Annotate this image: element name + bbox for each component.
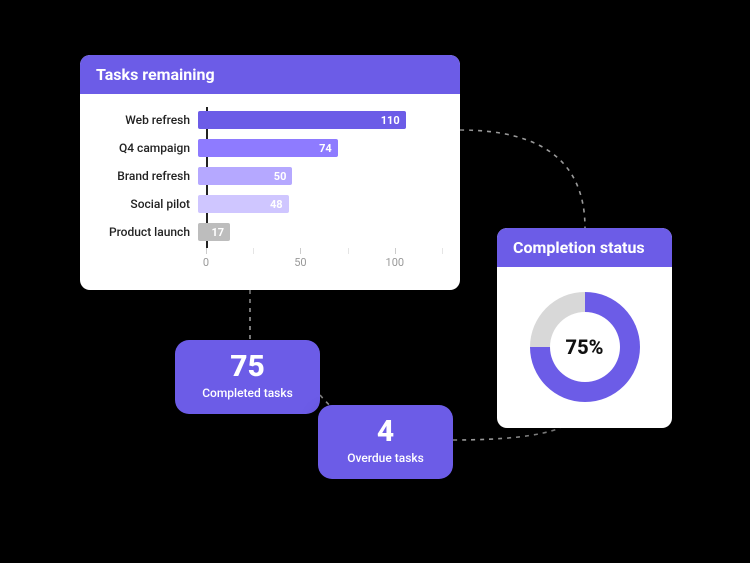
bar-track: 17 <box>198 223 442 241</box>
bar-label: Product launch <box>98 225 198 239</box>
donut-percent-label: 75% <box>550 312 620 382</box>
x-tick <box>206 248 207 254</box>
bar-label: Social pilot <box>98 197 198 211</box>
bar-track: 48 <box>198 195 442 213</box>
donut-chart: 75% <box>497 267 672 427</box>
kpi-overdue-label: Overdue tasks <box>338 451 433 465</box>
kpi-completed-label: Completed tasks <box>195 386 300 400</box>
bar-row: Web refresh110 <box>98 108 442 132</box>
kpi-overdue-tasks: 4 Overdue tasks <box>318 405 453 479</box>
completion-status-title: Completion status <box>497 228 672 267</box>
bar-label: Brand refresh <box>98 169 198 183</box>
x-minor-tick <box>253 248 254 254</box>
bar-track: 74 <box>198 139 442 157</box>
bar-label: Web refresh <box>98 113 198 127</box>
bar-fill: 110 <box>198 111 406 129</box>
x-axis: 0 50 100 <box>206 248 442 276</box>
bar-row: Brand refresh50 <box>98 164 442 188</box>
donut-ring: 75% <box>530 292 640 402</box>
tasks-remaining-card: Tasks remaining Web refresh110Q4 campaig… <box>80 55 460 290</box>
kpi-completed-value: 75 <box>195 352 300 382</box>
bar-fill: 74 <box>198 139 338 157</box>
x-tick-label: 50 <box>294 256 306 269</box>
bar-row: Social pilot48 <box>98 192 442 216</box>
bar-fill: 50 <box>198 167 292 185</box>
tasks-remaining-title: Tasks remaining <box>80 55 460 94</box>
bar-track: 110 <box>198 111 442 129</box>
x-tick-label: 100 <box>386 256 405 269</box>
bar-chart: Web refresh110Q4 campaign74Brand refresh… <box>80 94 460 286</box>
kpi-overdue-value: 4 <box>338 417 433 447</box>
bar-fill: 17 <box>198 223 230 241</box>
bar-label: Q4 campaign <box>98 141 198 155</box>
x-minor-tick <box>348 248 349 254</box>
x-tick-label: 0 <box>203 256 209 269</box>
x-tick <box>395 248 396 254</box>
bar-row: Product launch17 <box>98 220 442 244</box>
x-tick <box>300 248 301 254</box>
bar-row: Q4 campaign74 <box>98 136 442 160</box>
bar-fill: 48 <box>198 195 289 213</box>
kpi-completed-tasks: 75 Completed tasks <box>175 340 320 414</box>
x-minor-tick <box>442 248 443 254</box>
bar-track: 50 <box>198 167 442 185</box>
completion-status-card: Completion status 75% <box>497 228 672 428</box>
